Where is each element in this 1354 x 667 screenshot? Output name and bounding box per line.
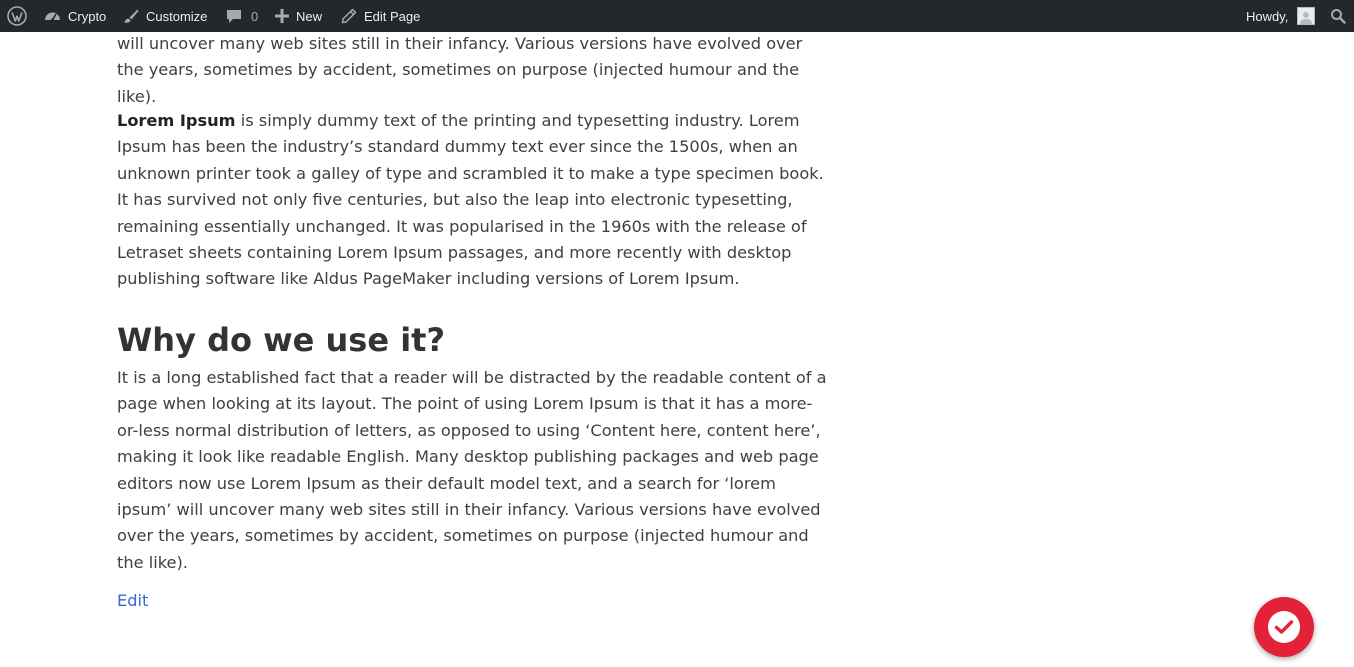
edit-page-label: Edit Page bbox=[364, 8, 421, 24]
checkmark-circle-icon bbox=[1268, 611, 1300, 643]
paragraph-continuation: will uncover many web sites still in the… bbox=[117, 34, 803, 106]
comments-count: 0 bbox=[251, 8, 259, 24]
customize-link[interactable]: Customize bbox=[123, 0, 207, 32]
customize-label: Customize bbox=[146, 8, 208, 24]
paragraph-lorem-intro-text: is simply dummy text of the printing and… bbox=[117, 111, 824, 289]
howdy-label: Howdy, bbox=[1246, 8, 1289, 24]
admin-bar-search[interactable] bbox=[1330, 0, 1346, 32]
search-icon bbox=[1331, 9, 1346, 24]
plus-icon bbox=[275, 9, 289, 23]
wp-logo-menu[interactable] bbox=[7, 0, 27, 32]
new-content-menu[interactable]: New bbox=[275, 0, 322, 32]
paragraph-lorem-intro: Lorem Ipsum is simply dummy text of the … bbox=[117, 108, 829, 293]
floating-check-button[interactable] bbox=[1254, 597, 1314, 657]
wordpress-logo-icon bbox=[7, 6, 27, 26]
edit-link[interactable]: Edit bbox=[117, 589, 148, 613]
section-heading: Why do we use it? bbox=[117, 321, 446, 359]
dashboard-gauge-icon bbox=[45, 12, 60, 22]
new-label: New bbox=[296, 8, 323, 24]
user-avatar-icon bbox=[1297, 7, 1316, 25]
my-account-menu[interactable]: Howdy, bbox=[1246, 0, 1316, 32]
site-name-menu[interactable]: Crypto bbox=[44, 0, 106, 32]
comments-link[interactable]: 0 bbox=[226, 0, 258, 32]
edit-page-link[interactable]: Edit Page bbox=[341, 0, 420, 32]
admin-bar: Crypto Customize 0 New Edit Page Howdy, bbox=[0, 0, 1354, 32]
site-name-label: Crypto bbox=[68, 8, 107, 24]
pencil-icon bbox=[341, 8, 357, 24]
comment-bubble-icon bbox=[227, 10, 241, 23]
lorem-ipsum-bold: Lorem Ipsum bbox=[117, 111, 236, 130]
paintbrush-icon bbox=[124, 9, 139, 23]
paragraph-why: It is a long established fact that a rea… bbox=[117, 368, 827, 572]
